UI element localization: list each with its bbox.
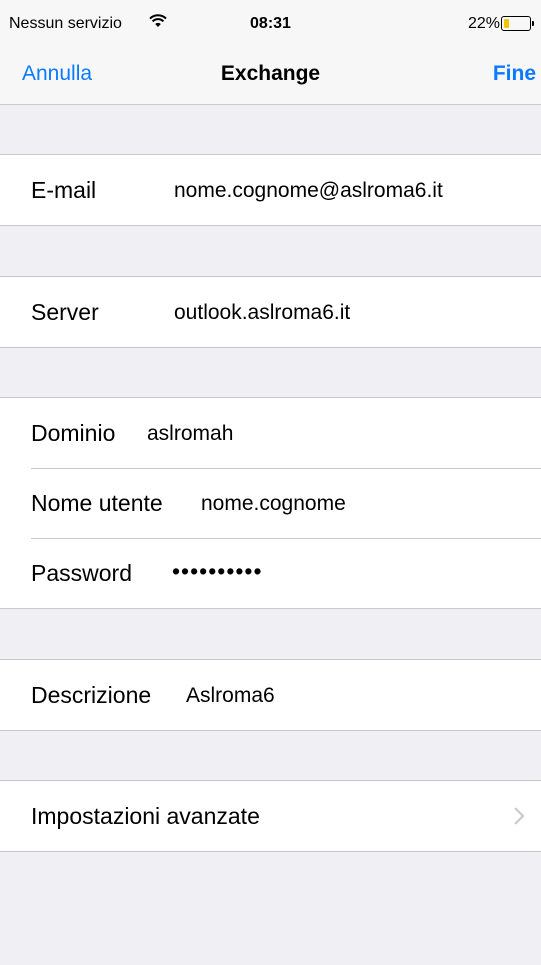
server-field[interactable]: outlook.aslroma6.it	[174, 301, 350, 325]
credentials-group: Dominio aslromah Nome utente nome.cognom…	[0, 397, 541, 609]
advanced-settings-label: Impostazioni avanzate	[31, 803, 260, 829]
username-row[interactable]: Nome utente nome.cognome	[0, 468, 541, 538]
exchange-settings-screen: Nessun servizio 08:31 22% Annulla Exchan…	[0, 0, 541, 965]
server-group: Server outlook.aslroma6.it	[0, 276, 541, 348]
domain-field[interactable]: aslromah	[147, 422, 233, 446]
email-row[interactable]: E-mail nome.cognome@aslroma6.it	[0, 155, 541, 225]
server-row[interactable]: Server outlook.aslroma6.it	[0, 277, 541, 347]
email-label: E-mail	[31, 177, 97, 203]
description-label: Descrizione	[31, 682, 152, 708]
top-bar: Nessun servizio 08:31 22% Annulla Exchan…	[0, 0, 541, 105]
nav-bar: Annulla Exchange Fine	[0, 40, 541, 105]
advanced-settings-row[interactable]: Impostazioni avanzate	[0, 781, 541, 851]
password-row[interactable]: Password ••••••••••	[0, 538, 541, 608]
username-field[interactable]: nome.cognome	[201, 492, 346, 516]
server-label: Server	[31, 299, 99, 325]
email-field[interactable]: nome.cognome@aslroma6.it	[174, 179, 443, 203]
battery-fill	[504, 19, 509, 28]
domain-label: Dominio	[31, 420, 116, 446]
password-field[interactable]: ••••••••••	[172, 558, 263, 585]
done-button[interactable]: Fine	[493, 62, 536, 86]
battery-body	[501, 16, 531, 31]
password-label: Password	[31, 560, 132, 586]
description-field[interactable]: Aslroma6	[186, 684, 275, 708]
battery-tip	[532, 21, 534, 26]
battery-icon	[501, 16, 535, 31]
description-row[interactable]: Descrizione Aslroma6	[0, 660, 541, 730]
description-group: Descrizione Aslroma6	[0, 659, 541, 731]
clock: 08:31	[250, 15, 291, 32]
status-bar: Nessun servizio 08:31 22%	[0, 0, 541, 40]
username-label: Nome utente	[31, 490, 163, 516]
advanced-group: Impostazioni avanzate	[0, 780, 541, 852]
domain-row[interactable]: Dominio aslromah	[0, 398, 541, 468]
chevron-right-icon	[514, 807, 525, 825]
page-title: Exchange	[220, 62, 321, 85]
battery-percent: 22%	[467, 15, 500, 32]
email-group: E-mail nome.cognome@aslroma6.it	[0, 154, 541, 226]
